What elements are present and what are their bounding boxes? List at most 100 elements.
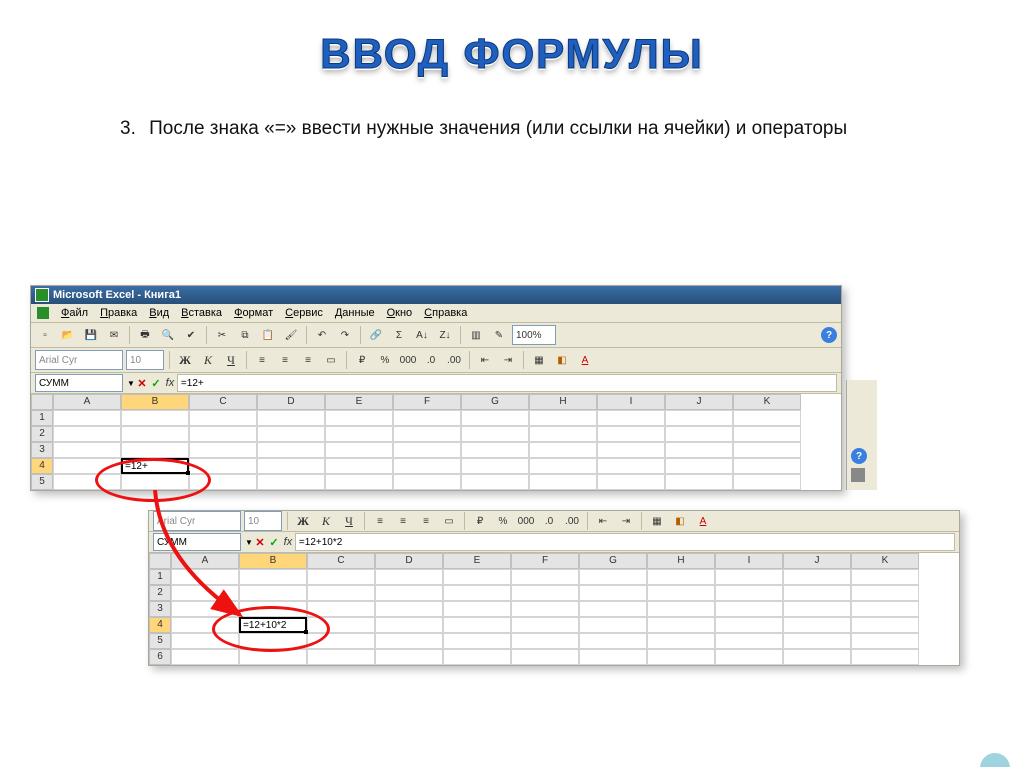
align-left-icon[interactable]: ≡ xyxy=(252,350,272,370)
cell[interactable] xyxy=(307,617,375,633)
bold-button[interactable]: Ж xyxy=(175,350,195,370)
cell[interactable] xyxy=(715,569,783,585)
cell[interactable] xyxy=(851,585,919,601)
cell[interactable] xyxy=(715,585,783,601)
cell[interactable] xyxy=(665,458,733,474)
bold-button[interactable]: Ж xyxy=(293,511,313,531)
cell[interactable] xyxy=(783,649,851,665)
percent-icon[interactable]: % xyxy=(375,350,395,370)
col-header[interactable]: A xyxy=(171,553,239,569)
cell[interactable] xyxy=(53,426,121,442)
col-header[interactable]: H xyxy=(529,394,597,410)
cell[interactable] xyxy=(579,633,647,649)
align-left-icon[interactable]: ≡ xyxy=(370,511,390,531)
cell[interactable] xyxy=(715,601,783,617)
cell[interactable] xyxy=(647,649,715,665)
dec-indent-icon[interactable]: ⇤ xyxy=(593,511,613,531)
row-header[interactable]: 5 xyxy=(149,633,171,649)
zoom-box[interactable]: 100% xyxy=(512,325,556,345)
cell[interactable] xyxy=(307,601,375,617)
underline-button[interactable]: Ч xyxy=(339,511,359,531)
cell[interactable] xyxy=(257,442,325,458)
cell[interactable] xyxy=(171,617,239,633)
cell[interactable] xyxy=(511,649,579,665)
row-header[interactable]: 4 xyxy=(31,458,53,474)
dec-indent-icon[interactable]: ⇤ xyxy=(475,350,495,370)
cell[interactable] xyxy=(665,442,733,458)
grid[interactable]: ABCDEFGHIJK1234=12+10*256 xyxy=(149,553,959,665)
col-header[interactable]: A xyxy=(53,394,121,410)
cell[interactable] xyxy=(375,633,443,649)
cell[interactable] xyxy=(325,442,393,458)
mail-icon[interactable]: ✉ xyxy=(104,325,124,345)
thousands-icon[interactable]: 000 xyxy=(398,350,418,370)
cell[interactable] xyxy=(239,585,307,601)
cell[interactable] xyxy=(579,617,647,633)
cell[interactable] xyxy=(53,458,121,474)
cell[interactable] xyxy=(733,458,801,474)
cell[interactable] xyxy=(461,458,529,474)
cell[interactable] xyxy=(597,410,665,426)
cell[interactable] xyxy=(239,569,307,585)
row-header[interactable]: 4 xyxy=(149,617,171,633)
col-header[interactable]: D xyxy=(257,394,325,410)
borders-icon[interactable]: ▦ xyxy=(647,511,667,531)
cell[interactable] xyxy=(579,569,647,585)
underline-button[interactable]: Ч xyxy=(221,350,241,370)
col-header[interactable]: H xyxy=(647,553,715,569)
cell[interactable] xyxy=(307,569,375,585)
cell[interactable]: =12+10*2 xyxy=(239,617,307,633)
col-header[interactable]: B xyxy=(121,394,189,410)
cell[interactable] xyxy=(121,474,189,490)
cell[interactable] xyxy=(529,474,597,490)
redo-icon[interactable]: ↷ xyxy=(335,325,355,345)
cell[interactable] xyxy=(171,601,239,617)
row-header[interactable]: 6 xyxy=(149,649,171,665)
enter-icon[interactable]: ✓ xyxy=(267,536,281,549)
row-header[interactable]: 2 xyxy=(149,585,171,601)
cell[interactable] xyxy=(597,474,665,490)
cell[interactable] xyxy=(511,633,579,649)
cell[interactable] xyxy=(665,426,733,442)
cell[interactable] xyxy=(171,649,239,665)
currency-icon[interactable]: ₽ xyxy=(352,350,372,370)
cell[interactable] xyxy=(325,474,393,490)
cell[interactable] xyxy=(375,617,443,633)
cell[interactable] xyxy=(579,601,647,617)
font-color-icon[interactable]: A xyxy=(575,350,595,370)
undo-icon[interactable]: ↶ xyxy=(312,325,332,345)
fill-color-icon[interactable]: ◧ xyxy=(670,511,690,531)
cell[interactable] xyxy=(53,410,121,426)
cut-icon[interactable]: ✂ xyxy=(212,325,232,345)
paste-icon[interactable]: 📋 xyxy=(258,325,278,345)
cell[interactable] xyxy=(597,458,665,474)
new-icon[interactable]: ▫ xyxy=(35,325,55,345)
cell[interactable] xyxy=(647,633,715,649)
cell[interactable] xyxy=(443,569,511,585)
merge-icon[interactable]: ▭ xyxy=(321,350,341,370)
cell[interactable] xyxy=(715,633,783,649)
grid[interactable]: ABCDEFGHIJK1234=12+5 xyxy=(31,394,841,490)
menu-help[interactable]: Справка xyxy=(424,307,467,319)
cell[interactable] xyxy=(189,474,257,490)
cell[interactable] xyxy=(443,633,511,649)
col-header[interactable]: C xyxy=(189,394,257,410)
cell[interactable] xyxy=(375,569,443,585)
help-icon[interactable]: ? xyxy=(821,327,837,343)
col-header[interactable]: K xyxy=(851,553,919,569)
inc-indent-icon[interactable]: ⇥ xyxy=(616,511,636,531)
copy-icon[interactable]: ⧉ xyxy=(235,325,255,345)
cell[interactable] xyxy=(307,585,375,601)
cell[interactable] xyxy=(171,633,239,649)
font-color-icon[interactable]: A xyxy=(693,511,713,531)
cell[interactable] xyxy=(851,601,919,617)
borders-icon[interactable]: ▦ xyxy=(529,350,549,370)
cell[interactable] xyxy=(715,617,783,633)
cell[interactable] xyxy=(783,633,851,649)
cell[interactable] xyxy=(597,426,665,442)
cell[interactable] xyxy=(375,601,443,617)
col-header[interactable]: E xyxy=(325,394,393,410)
cell[interactable] xyxy=(375,585,443,601)
link-icon[interactable]: 🔗 xyxy=(366,325,386,345)
cell[interactable] xyxy=(715,649,783,665)
